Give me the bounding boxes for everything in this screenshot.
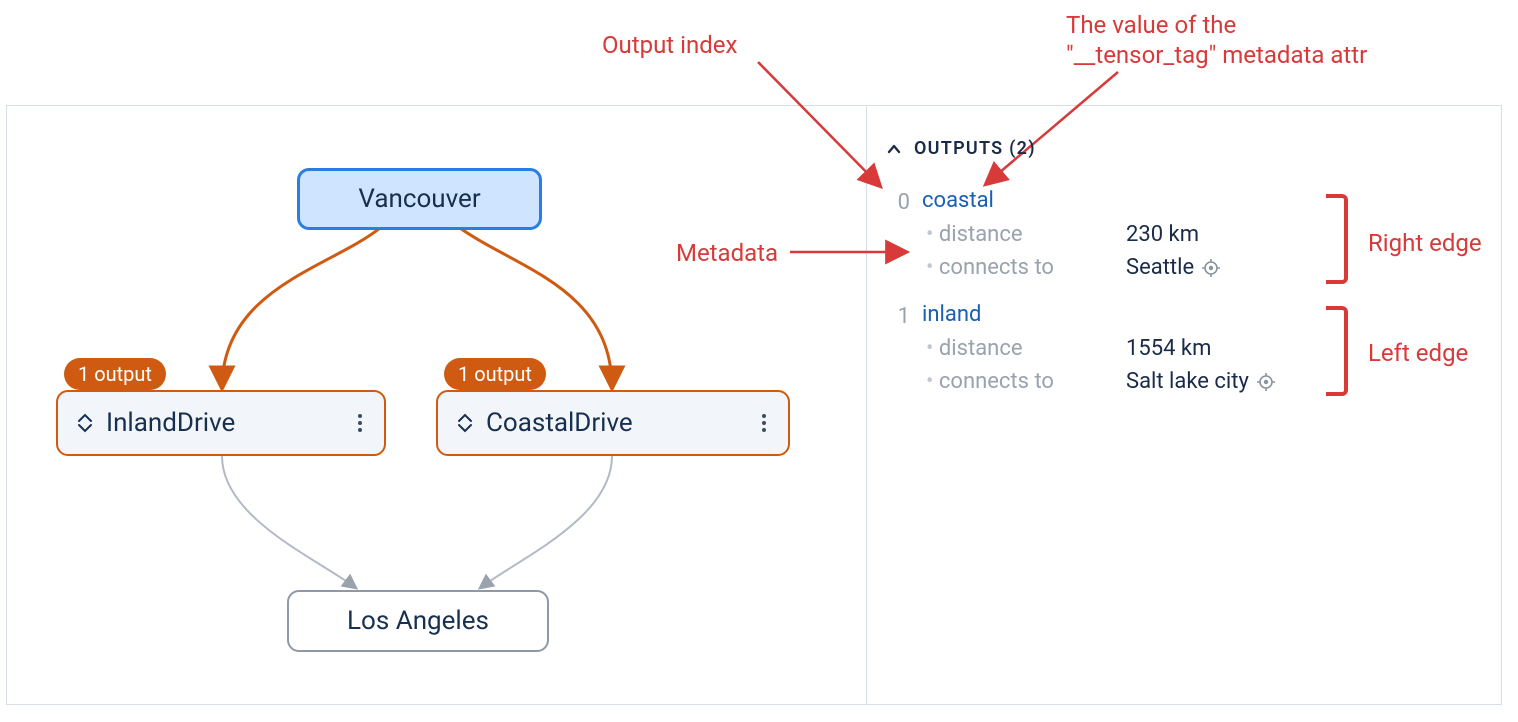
output-0-metadata: distance 230 km connects to Seattle — [926, 222, 1346, 280]
output-index: 0 — [884, 188, 910, 215]
output-row-0: 0 coastal — [884, 188, 1304, 215]
output-1-metadata: distance 1554 km connects to Salt lake c… — [926, 336, 1346, 394]
node-vancouver-label: Vancouver — [358, 184, 480, 214]
node-coastaldrive-label: CoastalDrive — [486, 408, 754, 438]
badge-coastal-output: 1 output — [444, 358, 546, 390]
meta-val-connects[interactable]: Seattle — [1126, 255, 1346, 280]
annotation-metadata: Metadata — [676, 238, 778, 268]
expand-collapse-icon[interactable] — [74, 408, 96, 438]
node-losangeles-label: Los Angeles — [347, 606, 489, 636]
annotation-left-edge: Left edge — [1368, 338, 1468, 368]
outputs-section-header[interactable]: OUTPUTS (2) — [886, 138, 1036, 159]
kebab-icon[interactable] — [754, 409, 774, 437]
node-coastaldrive[interactable]: CoastalDrive — [436, 390, 790, 456]
meta-key-connects: connects to — [926, 255, 1126, 280]
expand-collapse-icon[interactable] — [454, 408, 476, 438]
meta-val-distance: 1554 km — [1126, 336, 1346, 361]
output-row-1: 1 inland — [884, 302, 1304, 329]
node-inlanddrive-label: InlandDrive — [106, 408, 350, 438]
meta-key-connects: connects to — [926, 369, 1126, 394]
meta-key-distance: distance — [926, 222, 1126, 247]
output-tensor-tag[interactable]: coastal — [922, 188, 1304, 215]
outputs-header-label: OUTPUTS (2) — [914, 138, 1036, 159]
output-index: 1 — [884, 302, 910, 329]
bracket-right-edge — [1326, 194, 1348, 284]
badge-inland-output: 1 output — [64, 358, 166, 390]
meta-key-distance: distance — [926, 336, 1126, 361]
kebab-icon[interactable] — [350, 409, 370, 437]
node-inlanddrive[interactable]: InlandDrive — [56, 390, 386, 456]
diagram-stage: Output index The value of the "__tensor_… — [0, 0, 1518, 722]
annotation-right-edge: Right edge — [1368, 228, 1482, 258]
target-icon — [1257, 373, 1275, 391]
chevron-up-icon — [886, 141, 902, 157]
node-losangeles[interactable]: Los Angeles — [287, 590, 549, 652]
annotation-output-index: Output index — [602, 30, 737, 60]
annotation-tensor-tag: The value of the "__tensor_tag" metadata… — [1066, 10, 1367, 70]
meta-val-connects[interactable]: Salt lake city — [1126, 369, 1346, 394]
node-vancouver[interactable]: Vancouver — [297, 168, 542, 230]
output-tensor-tag[interactable]: inland — [922, 302, 1304, 329]
bracket-left-edge — [1326, 306, 1348, 396]
target-icon — [1202, 259, 1220, 277]
meta-val-distance: 230 km — [1126, 222, 1346, 247]
